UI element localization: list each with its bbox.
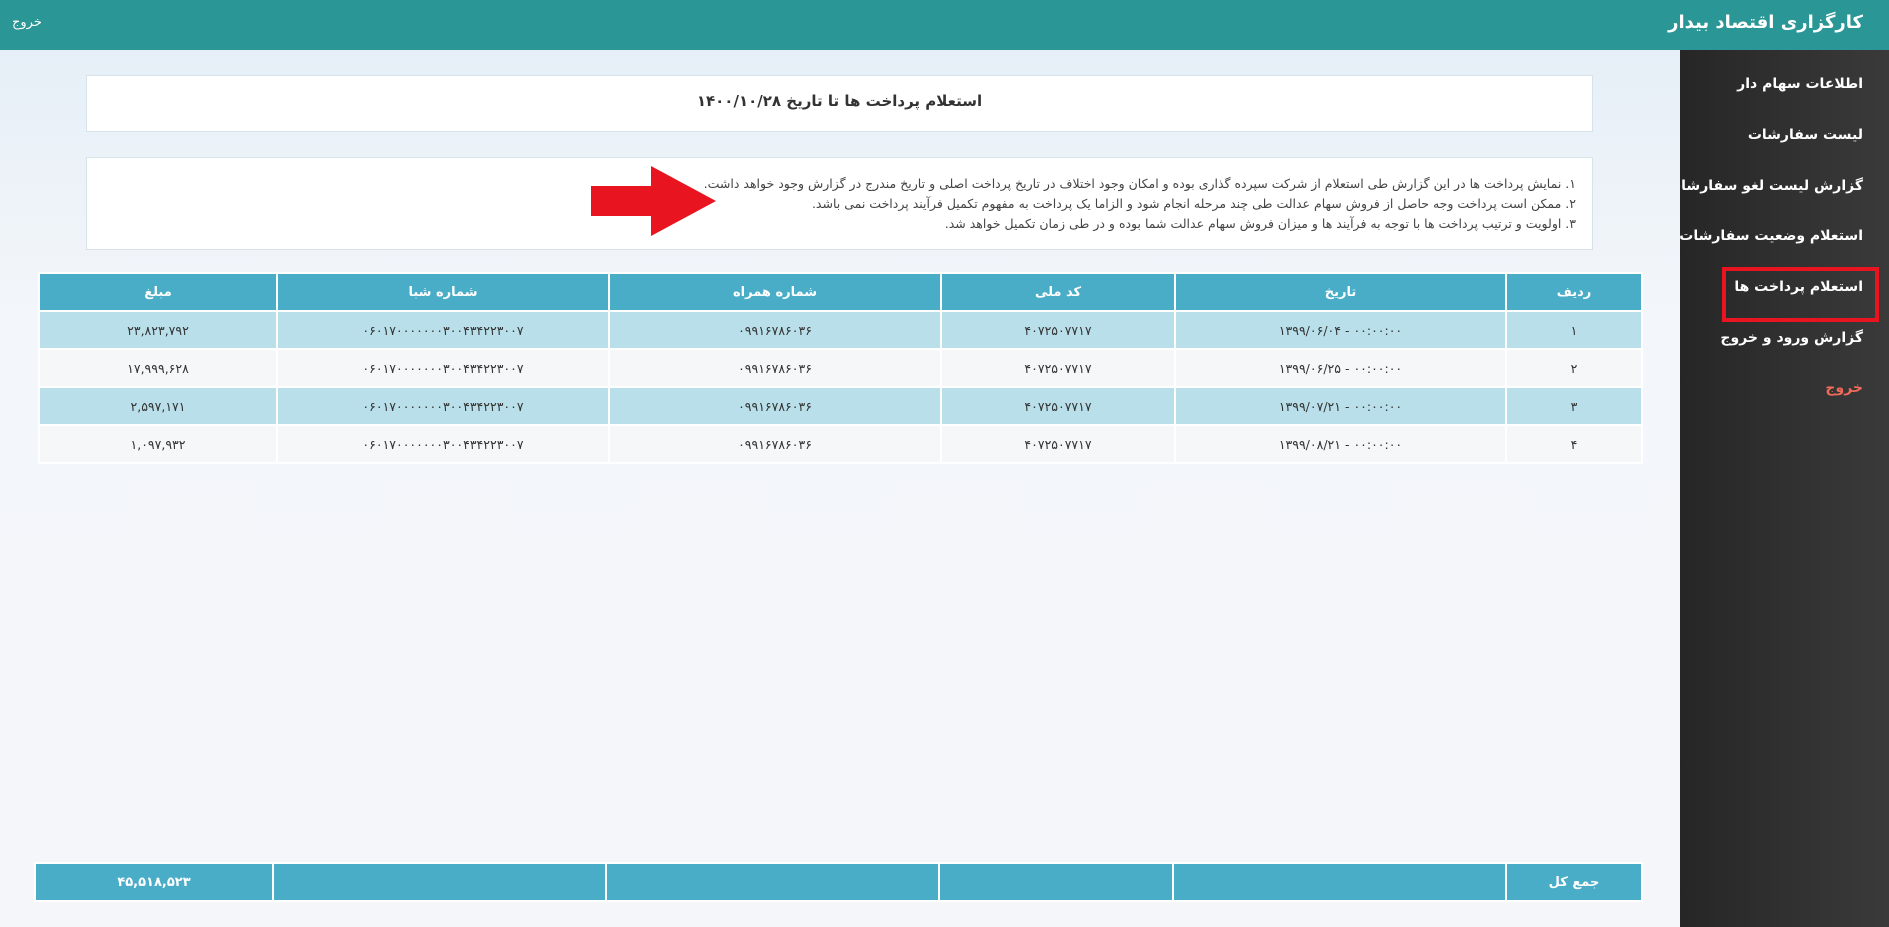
- cell-amount: ۱,۰۹۷,۹۳۲: [38, 424, 278, 464]
- cell-date: ۰۰:۰۰:۰۰ - ۱۳۹۹/۰۸/۲۱: [1174, 424, 1507, 464]
- sidebar-item-order-status[interactable]: استعلام وضعیت سفارشات: [1679, 228, 1863, 244]
- header-date: تاریخ: [1174, 272, 1507, 312]
- header-sheba: شماره شبا: [276, 272, 610, 312]
- cell-national-code: ۴۰۷۲۵۰۷۷۱۷: [940, 424, 1176, 464]
- note-line: ۲. ممکن است پرداخت وجه حاصل از فروش سهام…: [811, 196, 1576, 211]
- cell-row-number: ۳: [1505, 386, 1643, 426]
- main-content: استعلام پرداخت ها تا تاریخ ۱۴۰۰/۱۰/۲۸ ۱.…: [0, 50, 1680, 927]
- note-line: ۳. اولویت و ترتیب پرداخت ها با توجه به ف…: [944, 216, 1576, 231]
- table-row: ۴ ۰۰:۰۰:۰۰ - ۱۳۹۹/۰۸/۲۱ ۴۰۷۲۵۰۷۷۱۷ ۰۹۹۱۶…: [38, 424, 1643, 464]
- page-title: استعلام پرداخت ها تا تاریخ ۱۴۰۰/۱۰/۲۸: [86, 75, 1593, 132]
- total-value: ۴۵,۵۱۸,۵۲۳: [34, 862, 274, 902]
- cell-national-code: ۴۰۷۲۵۰۷۷۱۷: [940, 348, 1176, 388]
- cell-mobile: ۰۹۹۱۶۷۸۶۰۳۶: [608, 310, 942, 350]
- table-row: ۳ ۰۰:۰۰:۰۰ - ۱۳۹۹/۰۷/۲۱ ۴۰۷۲۵۰۷۷۱۷ ۰۹۹۱۶…: [38, 386, 1643, 426]
- cell-amount: ۲۳,۸۲۳,۷۹۲: [38, 310, 278, 350]
- total-empty-cell: [272, 862, 607, 902]
- cell-date: ۰۰:۰۰:۰۰ - ۱۳۹۹/۰۶/۰۴: [1174, 310, 1507, 350]
- cell-amount: ۲,۵۹۷,۱۷۱: [38, 386, 278, 426]
- cell-sheba: ۰۶۰۱۷۰۰۰۰۰۰۰۳۰۰۴۳۴۲۲۳۰۰۷: [276, 310, 610, 350]
- cell-mobile: ۰۹۹۱۶۷۸۶۰۳۶: [608, 348, 942, 388]
- cell-row-number: ۴: [1505, 424, 1643, 464]
- sidebar-item-login-report[interactable]: گزارش ورود و خروج: [1720, 330, 1863, 346]
- cell-amount: ۱۷,۹۹۹,۶۲۸: [38, 348, 278, 388]
- payments-table: ردیف تاریخ کد ملی شماره همراه شماره شبا …: [38, 272, 1643, 464]
- cell-national-code: ۴۰۷۲۵۰۷۷۱۷: [940, 386, 1176, 426]
- total-row-table: جمع کل ۴۵,۵۱۸,۵۲۳: [34, 862, 1643, 902]
- table-header-row: ردیف تاریخ کد ملی شماره همراه شماره شبا …: [38, 272, 1643, 312]
- cell-row-number: ۱: [1505, 310, 1643, 350]
- sidebar-item-exit[interactable]: خروج: [1825, 380, 1863, 396]
- note-line: ۱. نمایش پرداخت ها در این گزارش طی استعل…: [703, 176, 1576, 191]
- header-amount: مبلغ: [38, 272, 278, 312]
- sidebar-item-orders-list[interactable]: لیست سفارشات: [1748, 127, 1863, 143]
- cell-sheba: ۰۶۰۱۷۰۰۰۰۰۰۰۳۰۰۴۳۴۲۲۳۰۰۷: [276, 348, 610, 388]
- total-row: جمع کل ۴۵,۵۱۸,۵۲۳: [34, 862, 1643, 902]
- cell-national-code: ۴۰۷۲۵۰۷۷۱۷: [940, 310, 1176, 350]
- table-row: ۱ ۰۰:۰۰:۰۰ - ۱۳۹۹/۰۶/۰۴ ۴۰۷۲۵۰۷۷۱۷ ۰۹۹۱۶…: [38, 310, 1643, 350]
- top-bar: کارگزاری اقتصاد بیدار خروج: [0, 0, 1889, 50]
- sidebar-item-shareholder-info[interactable]: اطلاعات سهام دار: [1737, 76, 1863, 92]
- header-national-code: کد ملی: [940, 272, 1176, 312]
- logout-link[interactable]: خروج: [12, 15, 42, 30]
- total-empty-cell: [938, 862, 1174, 902]
- total-empty-cell: [1172, 862, 1507, 902]
- table-row: ۲ ۰۰:۰۰:۰۰ - ۱۳۹۹/۰۶/۲۵ ۴۰۷۲۵۰۷۷۱۷ ۰۹۹۱۶…: [38, 348, 1643, 388]
- sidebar-item-cancelled-orders[interactable]: گزارش لیست لغو سفارشات: [1667, 178, 1863, 194]
- sidebar: اطلاعات سهام دار لیست سفارشات گزارش لیست…: [1667, 50, 1889, 927]
- cell-mobile: ۰۹۹۱۶۷۸۶۰۳۶: [608, 386, 942, 426]
- total-empty-cell: [605, 862, 940, 902]
- cell-mobile: ۰۹۹۱۶۷۸۶۰۳۶: [608, 424, 942, 464]
- brand-title: کارگزاری اقتصاد بیدار: [1668, 12, 1863, 33]
- header-row-number: ردیف: [1505, 272, 1643, 312]
- cell-date: ۰۰:۰۰:۰۰ - ۱۳۹۹/۰۷/۲۱: [1174, 386, 1507, 426]
- highlight-annotation-box: [1722, 267, 1879, 322]
- header-mobile: شماره همراه: [608, 272, 942, 312]
- notes-panel: ۱. نمایش پرداخت ها در این گزارش طی استعل…: [86, 157, 1593, 250]
- cell-sheba: ۰۶۰۱۷۰۰۰۰۰۰۰۳۰۰۴۳۴۲۲۳۰۰۷: [276, 424, 610, 464]
- red-arrow-icon: [591, 166, 716, 236]
- total-label: جمع کل: [1505, 862, 1643, 902]
- cell-sheba: ۰۶۰۱۷۰۰۰۰۰۰۰۳۰۰۴۳۴۲۲۳۰۰۷: [276, 386, 610, 426]
- cell-date: ۰۰:۰۰:۰۰ - ۱۳۹۹/۰۶/۲۵: [1174, 348, 1507, 388]
- cell-row-number: ۲: [1505, 348, 1643, 388]
